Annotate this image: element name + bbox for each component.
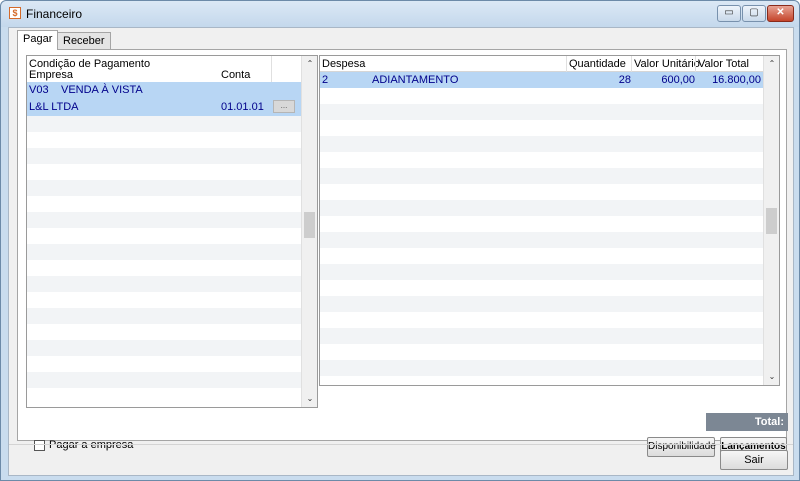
title-bar: $ Financeiro ▭ ▢ ✕ xyxy=(1,1,799,27)
empty-row xyxy=(320,216,765,232)
empty-row xyxy=(320,184,765,200)
header-despesa: Despesa xyxy=(322,58,366,70)
empty-row xyxy=(320,168,765,184)
empty-row xyxy=(27,324,303,340)
pagar-empresa-label[interactable]: Pagar a empresa xyxy=(49,439,133,451)
despesa-valor-unitario: 600,00 xyxy=(661,74,695,86)
column-divider xyxy=(566,56,567,72)
empty-row xyxy=(320,376,765,385)
empty-row xyxy=(320,136,765,152)
empty-row xyxy=(320,88,765,104)
scroll-down-icon[interactable]: ⌄ xyxy=(764,369,779,385)
empty-row xyxy=(320,120,765,136)
scroll-thumb[interactable] xyxy=(304,212,315,238)
empty-row xyxy=(27,148,303,164)
tab-page-pagar: Condição de Pagamento Empresa Conta V03 … xyxy=(17,49,788,457)
empty-row xyxy=(320,264,765,280)
condicao-descricao: VENDA À VISTA xyxy=(61,84,143,96)
condicao-codigo: V03 xyxy=(29,84,49,96)
scroll-up-icon[interactable]: ⌃ xyxy=(764,56,779,72)
empty-row xyxy=(27,228,303,244)
empty-row xyxy=(27,372,303,388)
despesa-row[interactable]: 2 ADIANTAMENTO 28 600,00 16.800,00 xyxy=(320,72,765,88)
empresa-row[interactable]: L&L LTDA 01.01.01 ... xyxy=(27,99,303,116)
grid-rows: 2 ADIANTAMENTO 28 600,00 16.800,00 xyxy=(320,72,765,385)
window-title: Financeiro xyxy=(26,7,83,21)
condicao-row[interactable]: V03 VENDA À VISTA xyxy=(27,82,303,99)
column-divider xyxy=(631,56,632,72)
empty-row xyxy=(320,152,765,168)
empty-row xyxy=(27,180,303,196)
header-conta: Conta xyxy=(221,69,251,81)
sair-button[interactable]: Sair xyxy=(720,450,788,470)
scroll-down-icon[interactable]: ⌄ xyxy=(302,391,317,407)
minimize-button[interactable]: ▭ xyxy=(717,5,741,22)
tab-pagar[interactable]: Pagar xyxy=(17,30,59,50)
header-valor-unitario: Valor Unitário xyxy=(634,58,700,70)
empty-row xyxy=(27,260,303,276)
empty-row xyxy=(320,232,765,248)
header-quantidade: Quantidade xyxy=(569,58,626,70)
empty-row xyxy=(320,312,765,328)
despesa-descricao: ADIANTAMENTO xyxy=(372,74,459,86)
despesa-valor-total: 16.800,00 xyxy=(712,74,761,86)
empty-row xyxy=(27,196,303,212)
scroll-thumb[interactable] xyxy=(766,208,777,234)
empty-row xyxy=(320,280,765,296)
empty-row xyxy=(27,132,303,148)
checkbox-box[interactable] xyxy=(34,440,45,451)
despesa-quantidade: 28 xyxy=(618,74,631,86)
right-vertical-scrollbar[interactable]: ⌃ ⌄ xyxy=(763,56,779,385)
empty-row xyxy=(27,212,303,228)
empty-row xyxy=(27,276,303,292)
scroll-up-icon[interactable]: ⌃ xyxy=(302,56,317,72)
grid-header: Despesa Quantidade Valor Unitário Valor … xyxy=(320,56,765,72)
empty-row xyxy=(27,356,303,372)
disponibilidade-button[interactable]: Disponibilidade xyxy=(647,437,716,457)
empresa-nome: L&L LTDA xyxy=(29,101,79,113)
empty-row xyxy=(320,344,765,360)
condicao-empresa-grid[interactable]: Condição de Pagamento Empresa Conta V03 … xyxy=(26,55,318,408)
app-icon: $ xyxy=(9,7,21,19)
empty-row xyxy=(27,244,303,260)
empty-row xyxy=(27,388,303,404)
empty-row xyxy=(27,164,303,180)
client-area: Pagar Receber Condição de Pagamento Empr… xyxy=(8,27,794,476)
grid-rows: V03 VENDA À VISTA L&L LTDA 01.01.01 ... xyxy=(27,82,303,404)
empty-row xyxy=(27,116,303,132)
empty-row xyxy=(320,200,765,216)
close-button[interactable]: ✕ xyxy=(767,5,794,22)
empty-row xyxy=(27,292,303,308)
despesas-grid[interactable]: Despesa Quantidade Valor Unitário Valor … xyxy=(319,55,780,386)
empty-row xyxy=(27,340,303,356)
financeiro-window: $ Financeiro ▭ ▢ ✕ Pagar Receber Condiçã… xyxy=(0,0,800,481)
empty-row xyxy=(320,248,765,264)
column-divider xyxy=(695,56,696,72)
empresa-conta: 01.01.01 xyxy=(221,101,264,113)
empty-row xyxy=(27,308,303,324)
left-vertical-scrollbar[interactable]: ⌃ ⌄ xyxy=(301,56,317,407)
conta-lookup-button[interactable]: ... xyxy=(273,100,295,113)
maximize-button[interactable]: ▢ xyxy=(742,5,766,22)
empty-row xyxy=(320,328,765,344)
empty-row xyxy=(320,104,765,120)
empty-row xyxy=(320,360,765,376)
divider xyxy=(9,444,793,445)
header-empresa: Empresa xyxy=(29,69,74,81)
total-value: Total: 16800,00 xyxy=(706,413,788,446)
header-valor-total: Valor Total xyxy=(698,58,749,70)
tab-receber[interactable]: Receber xyxy=(57,32,111,49)
despesa-codigo: 2 xyxy=(322,74,329,86)
empty-row xyxy=(320,296,765,312)
